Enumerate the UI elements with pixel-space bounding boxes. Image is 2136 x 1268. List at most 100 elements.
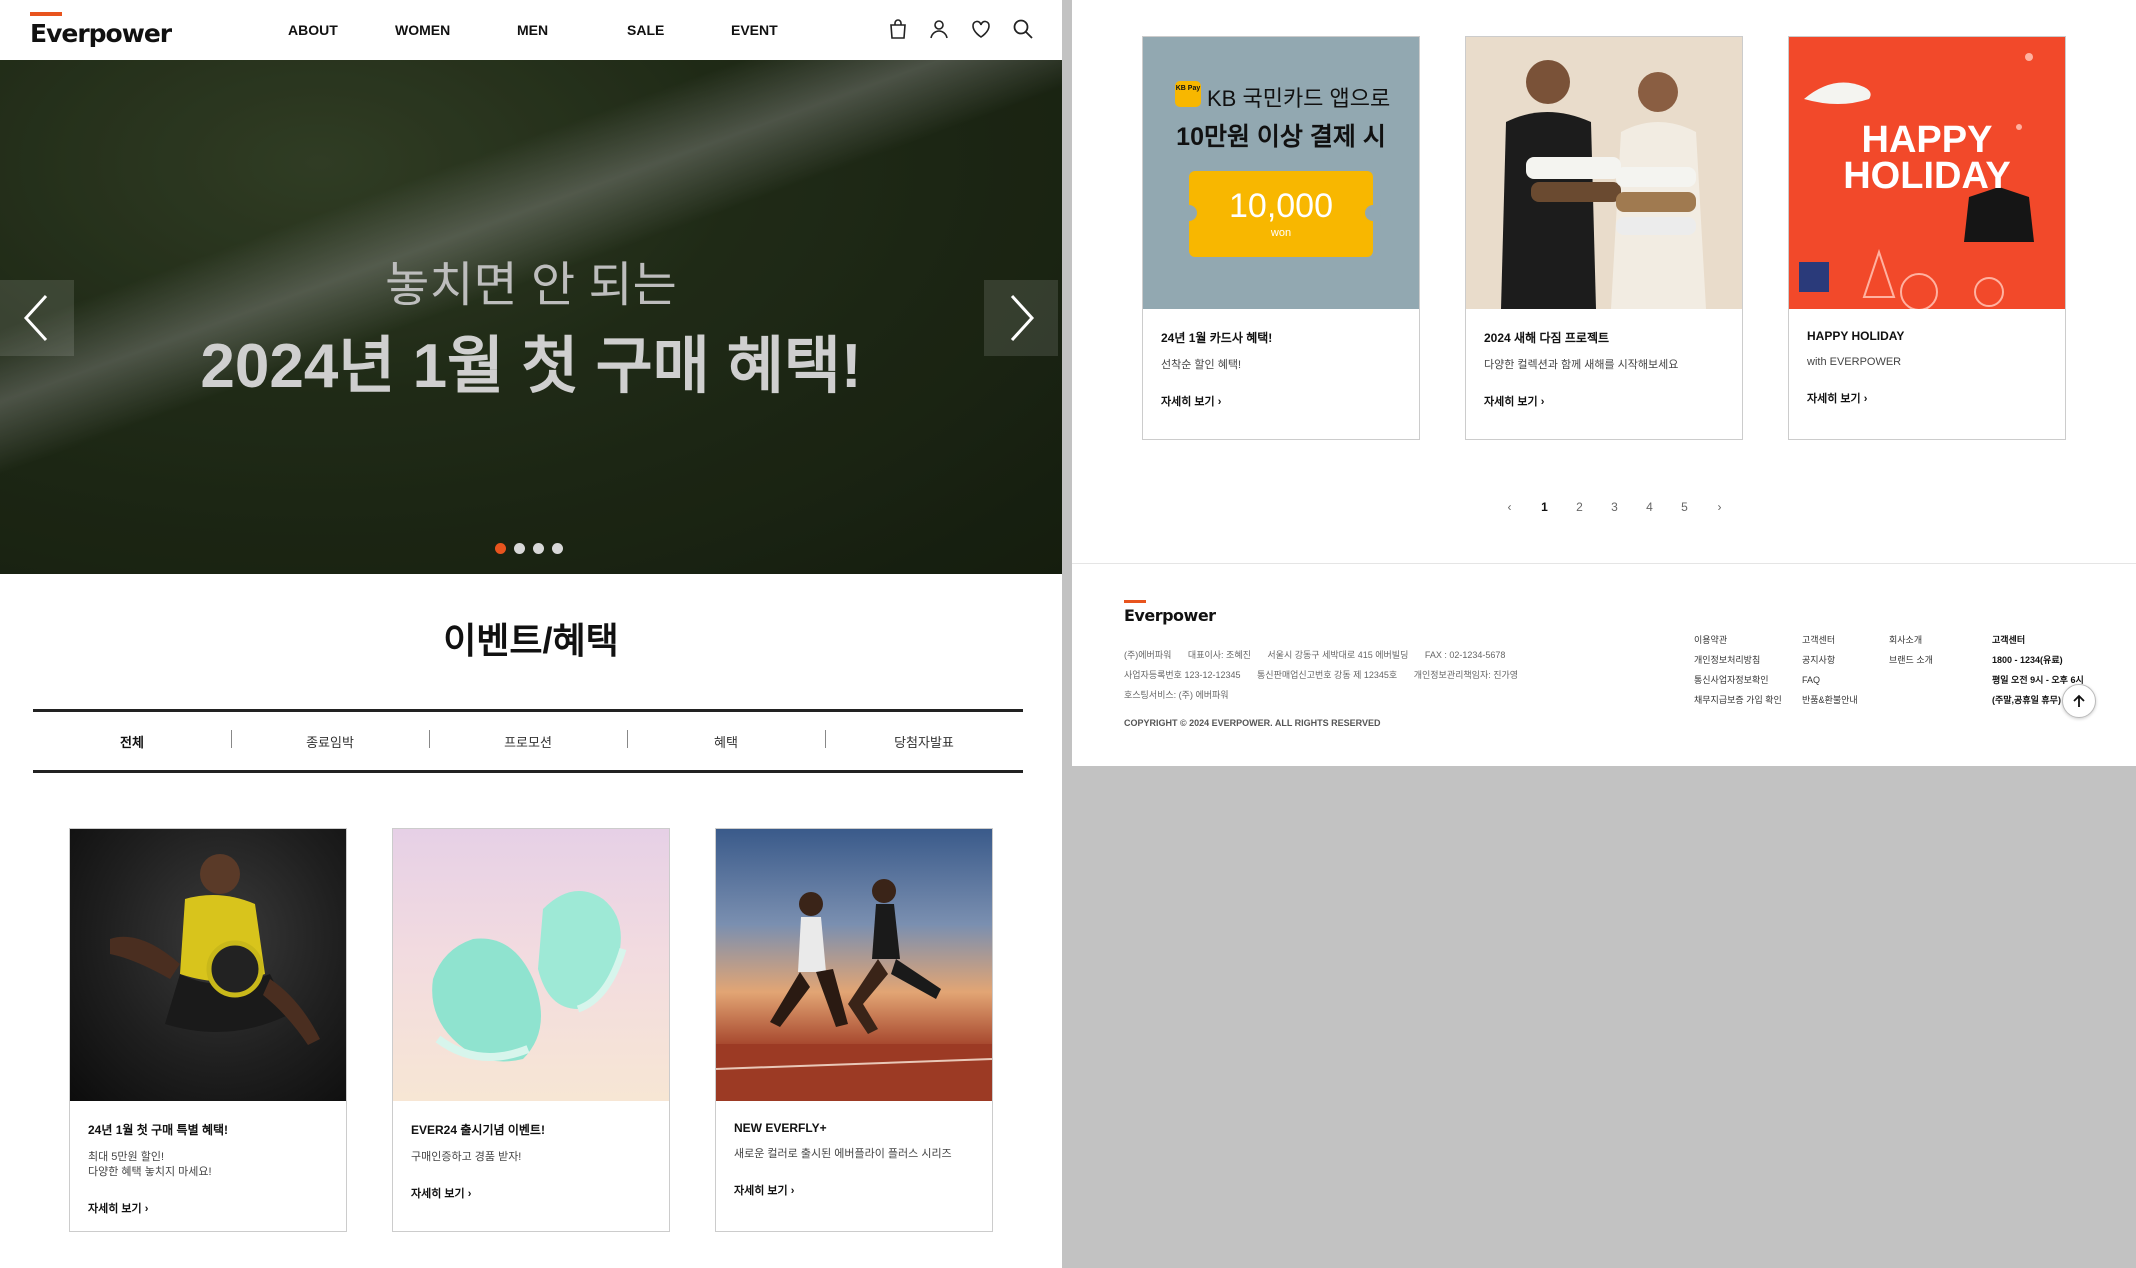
category-tabs: 전체 종료임박 프로모션 혜택 당첨자발표 [33, 709, 1023, 773]
card-title: HAPPY HOLIDAY [1807, 329, 1905, 343]
logo-accent-bar [30, 12, 62, 16]
event-card[interactable]: NEW EVERFLY+ 새로운 컬러로 출시된 에버플라이 플러스 시리즈 자… [715, 828, 993, 1232]
card-image [1466, 37, 1742, 309]
event-card[interactable]: 2024 새해 다짐 프로젝트 다양한 컬렉션과 함께 새해를 시작해보세요 자… [1465, 36, 1743, 440]
holiday-banner: HAPPY HOLIDAY [1789, 37, 2065, 309]
footer-company-info: (주)에버파워 대표이사: 조혜진 서울시 강동구 세박대로 415 에버빌딩 … [1124, 650, 1506, 660]
card-description: 최대 5만원 할인! 다양한 혜택 놓치지 마세요! [88, 1151, 212, 1178]
site-footer: Everpower (주)에버파워 대표이사: 조혜진 서울시 강동구 세박대로… [1072, 563, 2136, 766]
footer-business-info: 사업자등록번호 123-12-12345 통신판매업신고번호 강동 제 1234… [1124, 670, 1519, 680]
footer-link[interactable]: 고객센터 [1802, 630, 1858, 650]
footer-link[interactable]: 공지사항 [1802, 650, 1858, 670]
main-page-left: Everpower ABOUT WOMEN MEN SALE EVENT 놓치면… [0, 0, 1062, 1268]
page-number[interactable]: 3 [1597, 500, 1632, 514]
hero-next-button[interactable] [984, 280, 1058, 356]
heart-icon[interactable] [969, 17, 993, 41]
card-image [70, 829, 346, 1101]
footer-hosting-info: 호스팅서비스: (주) 에버파워 [1124, 690, 1229, 700]
hero-prev-button[interactable] [0, 280, 74, 356]
footer-link[interactable]: 통신사업자정보확인 [1694, 670, 1782, 690]
card-more-link[interactable]: 자세히 보기 › [1161, 393, 1401, 409]
card-description: 다양한 컬렉션과 함께 새해를 시작해보세요 [1484, 359, 1679, 371]
footer-link[interactable]: 개인정보처리방침 [1694, 650, 1782, 670]
hero-subtitle: 놓치면 안 되는 [385, 259, 677, 312]
coupon-ticket: 10,000 won [1181, 171, 1381, 257]
card-more-link[interactable]: 자세히 보기 › [734, 1182, 974, 1198]
nav-men[interactable]: MEN [517, 22, 548, 38]
search-icon[interactable] [1011, 17, 1035, 41]
card-description: 구매인증하고 경품 받자! [411, 1151, 522, 1163]
footer-link[interactable]: 반품&환불안내 [1802, 690, 1858, 710]
page-number[interactable]: 1 [1527, 500, 1562, 514]
tab-winners[interactable]: 당첨자발표 [825, 729, 1023, 751]
card-description: with EVERPOWER [1807, 356, 1902, 368]
card-image [716, 829, 992, 1101]
footer-links-col1: 이용약관 개인정보처리방침 통신사업자정보확인 채무지급보증 가입 확인 [1694, 630, 1782, 710]
event-card[interactable]: 24년 1월 첫 구매 특별 혜택! 최대 5만원 할인! 다양한 혜택 놓치지… [69, 828, 347, 1232]
nav-women[interactable]: WOMEN [395, 22, 450, 38]
tab-promotion[interactable]: 프로모션 [429, 729, 627, 751]
footer-links-col3: 회사소개 브랜드 소개 [1889, 630, 1933, 670]
kb-pay-badge: KB Pay [1175, 81, 1201, 107]
couple-illustration [1501, 60, 1706, 309]
coupon-unit: won [1270, 227, 1292, 239]
main-page-right: KB Pay KB 국민카드 앱으로 10만원 이상 결제 시 10,000 w… [1072, 0, 2136, 766]
footer-link[interactable]: 회사소개 [1889, 630, 1933, 650]
page-number[interactable]: 4 [1632, 500, 1667, 514]
event-card[interactable]: KB Pay KB 국민카드 앱으로 10만원 이상 결제 시 10,000 w… [1142, 36, 1420, 440]
card-more-link[interactable]: 자세히 보기 › [411, 1185, 651, 1201]
tab-ending-soon[interactable]: 종료임박 [231, 729, 429, 751]
card-title: EVER24 출시기념 이벤트! [411, 1123, 545, 1137]
copyright: COPYRIGHT © 2024 EVERPOWER. ALL RIGHTS R… [1124, 718, 1381, 728]
footer-logo[interactable]: Everpower [1124, 600, 1216, 625]
page-number[interactable]: 5 [1667, 500, 1702, 514]
brand-logo[interactable]: Everpower [30, 12, 172, 48]
slide-dot[interactable] [552, 543, 563, 554]
card-title: NEW EVERFLY+ [734, 1121, 827, 1135]
footer-links-col2: 고객센터 공지사항 FAQ 반품&환불안내 [1802, 630, 1858, 710]
shopping-bag-icon[interactable] [886, 17, 910, 41]
footer-link[interactable]: 채무지급보증 가입 확인 [1694, 690, 1782, 710]
card-more-link[interactable]: 자세히 보기 › [1484, 393, 1724, 409]
card-title: 2024 새해 다짐 프로젝트 [1484, 331, 1610, 345]
user-icon[interactable] [927, 17, 951, 41]
arrow-up-icon [2073, 694, 2085, 707]
page-prev-button[interactable]: ‹ [1492, 500, 1527, 514]
kb-banner-line1: KB 국민카드 앱으로 [1207, 86, 1391, 111]
tab-benefit[interactable]: 혜택 [627, 729, 825, 751]
coupon-amount: 10,000 [1229, 187, 1333, 225]
holiday-banner-text: HAPPY HOLIDAY [1843, 119, 2011, 197]
kb-banner-line2: 10만원 이상 결제 시 [1176, 123, 1386, 151]
scroll-to-top-button[interactable] [2062, 684, 2096, 718]
card-more-link[interactable]: 자세히 보기 › [88, 1200, 328, 1216]
nav-sale[interactable]: SALE [627, 22, 664, 38]
hero-title: 2024년 1월 첫 구매 혜택! [200, 332, 862, 401]
page-next-button[interactable]: › [1702, 500, 1737, 514]
event-card[interactable]: EVER24 출시기념 이벤트! 구매인증하고 경품 받자! 자세히 보기 › [392, 828, 670, 1232]
hero-banner: 놓치면 안 되는 2024년 1월 첫 구매 혜택! [0, 60, 1062, 574]
footer-link[interactable]: 브랜드 소개 [1889, 650, 1933, 670]
card-more-link[interactable]: 자세히 보기 › [1807, 390, 2047, 406]
hero-pagination-dots [495, 543, 563, 554]
chevron-left-icon [23, 294, 48, 342]
nav-about[interactable]: ABOUT [288, 22, 338, 38]
card-title: 24년 1월 카드사 혜택! [1161, 331, 1273, 345]
card-description: 선착순 할인 혜택! [1161, 359, 1242, 371]
card-image [393, 829, 669, 1101]
runners-illustration [716, 879, 992, 1101]
footer-link[interactable]: 이용약관 [1694, 630, 1782, 650]
nav-event[interactable]: EVENT [731, 22, 778, 38]
event-card[interactable]: HAPPY HOLIDAY HAPPY HOLIDAY with EVERPOW… [1788, 36, 2066, 440]
slide-dot[interactable] [533, 543, 544, 554]
slide-dot[interactable] [495, 543, 506, 554]
kb-card-banner: KB Pay KB 국민카드 앱으로 10만원 이상 결제 시 10,000 w… [1143, 37, 1419, 309]
card-title: 24년 1월 첫 구매 특별 혜택! [88, 1123, 229, 1137]
tab-all[interactable]: 전체 [33, 732, 231, 751]
athlete-illustration [110, 854, 320, 1045]
slide-dot[interactable] [514, 543, 525, 554]
footer-link[interactable]: FAQ [1802, 670, 1858, 690]
sneakers-illustration [432, 891, 627, 1062]
site-header: Everpower ABOUT WOMEN MEN SALE EVENT [0, 0, 1062, 60]
pagination: ‹ 1 2 3 4 5 › [1492, 500, 1737, 514]
page-number[interactable]: 2 [1562, 500, 1597, 514]
